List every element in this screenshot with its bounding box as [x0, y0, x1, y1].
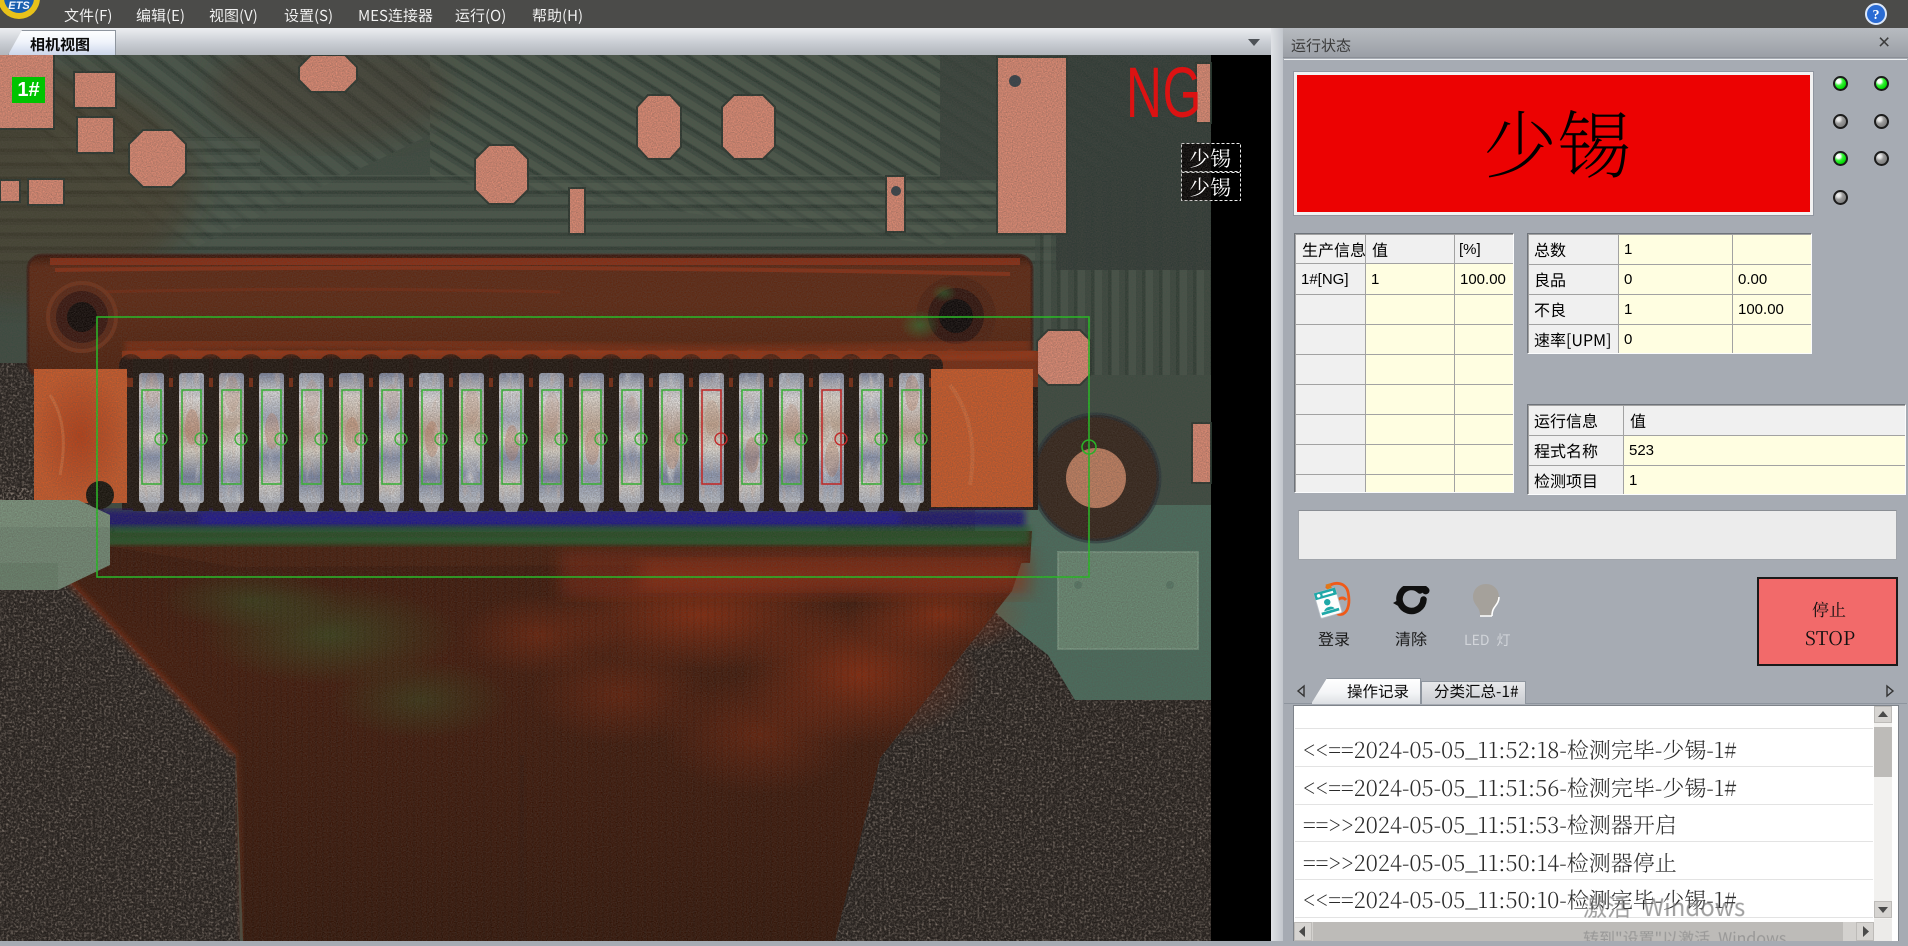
- svg-text:?: ?: [1873, 8, 1880, 23]
- svg-text:ETS: ETS: [8, 0, 30, 12]
